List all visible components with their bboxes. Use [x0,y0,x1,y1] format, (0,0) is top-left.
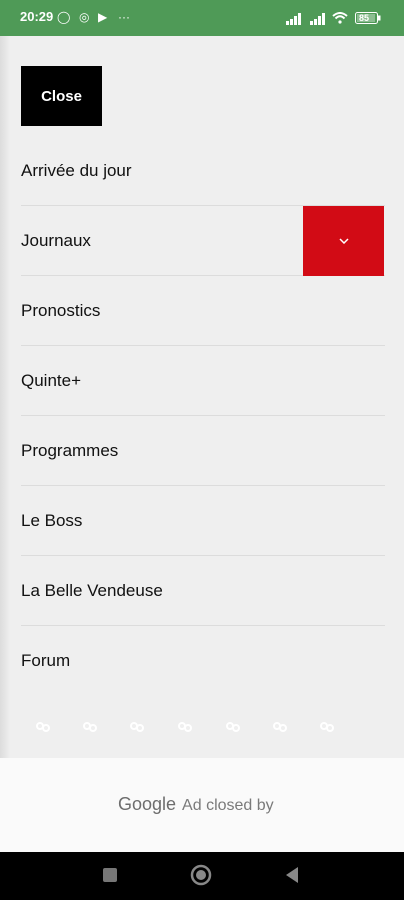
panel-shadow [0,36,10,758]
link-icon[interactable] [226,722,240,732]
status-bar: 20:29 ◯ ◎ ▶ ··· 85 [0,0,404,36]
link-icon[interactable] [320,722,334,732]
recents-button[interactable] [103,868,117,882]
status-time: 20:29 [20,9,54,24]
circle-icon: ◎ [79,10,90,24]
home-button[interactable] [190,864,212,886]
chevron-down-icon [338,238,349,244]
link-icon[interactable] [83,722,97,732]
link-icon[interactable] [36,722,50,732]
link-icon[interactable] [178,722,192,732]
more-icon: ··· [118,10,130,24]
signal-icon [286,13,301,25]
back-button[interactable] [284,866,300,884]
play-icon: ▶ [98,10,108,24]
signal-icon [310,13,325,25]
menu-item-pronostics[interactable]: Pronostics [21,276,385,346]
whatsapp-icon: ◯ [57,10,71,24]
menu-item-belle-vendeuse[interactable]: La Belle Vendeuse [21,556,385,626]
menu-item-arrivee[interactable]: Arrivée du jour [21,136,385,206]
menu-item-programmes[interactable]: Programmes [21,416,385,486]
ad-closed-label: Google Ad closed by [118,794,274,815]
close-button[interactable]: Close [21,66,102,126]
menu-item-le-boss[interactable]: Le Boss [21,486,385,556]
google-logo: Google [118,794,177,814]
ad-closed-text: Ad closed by [182,797,274,814]
link-icon[interactable] [273,722,287,732]
wifi-icon [332,12,348,24]
link-icon[interactable] [130,722,144,732]
social-links-row [0,722,404,746]
battery-level: 85 [359,13,370,23]
menu-item-forum[interactable]: Forum [21,626,385,696]
menu-item-quinte[interactable]: Quinte+ [21,346,385,416]
journaux-expand-button[interactable] [303,206,384,276]
